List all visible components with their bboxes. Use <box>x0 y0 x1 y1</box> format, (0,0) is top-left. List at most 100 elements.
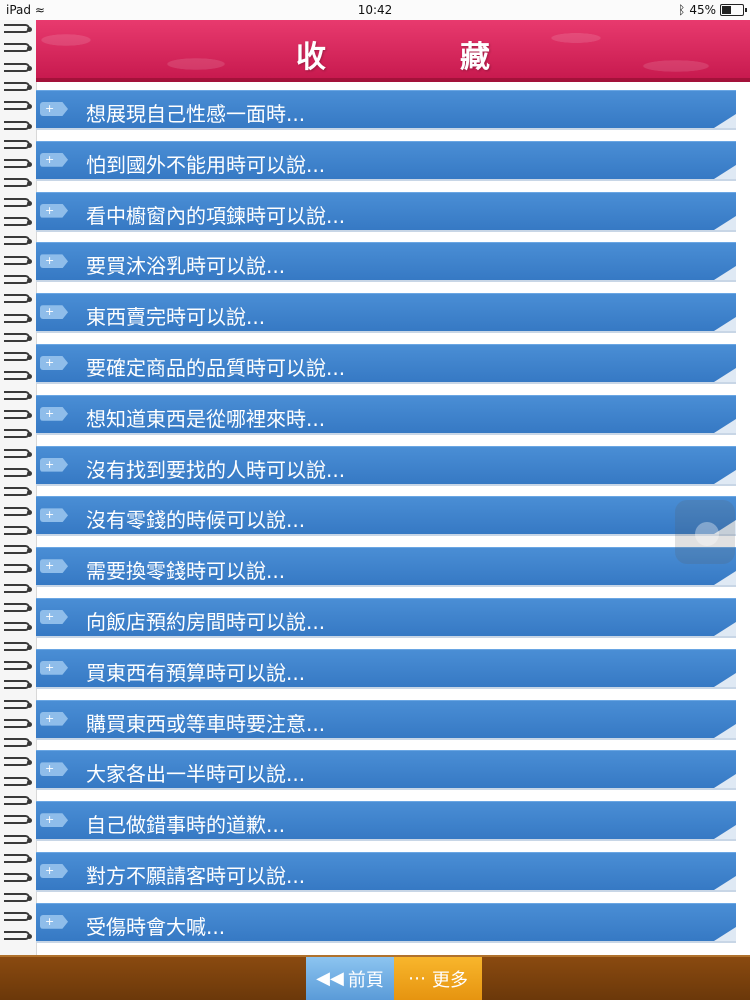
spiral-ring <box>4 197 32 207</box>
spiral-ring <box>4 776 32 786</box>
spiral-ring <box>4 545 32 555</box>
spiral-ring <box>4 332 32 342</box>
spiral-ring <box>4 255 32 265</box>
list-item[interactable]: + 沒有零錢的時候可以說... <box>36 496 736 535</box>
spiral-ring <box>4 448 32 458</box>
spiral-ring <box>4 313 32 323</box>
spiral-ring <box>4 390 32 400</box>
spiral-ring <box>4 699 32 709</box>
assistive-touch-button[interactable] <box>675 500 735 564</box>
spiral-ring <box>4 525 32 535</box>
spiral-ring <box>4 139 32 149</box>
spiral-ring <box>4 159 32 169</box>
spiral-ring <box>4 101 32 111</box>
spiral-ring <box>4 236 32 246</box>
rewind-icon: ◀◀ <box>316 968 344 989</box>
spiral-ring <box>4 178 32 188</box>
list-item[interactable]: + 自己做錯事時的道歉... <box>36 801 736 840</box>
battery-icon <box>720 4 747 16</box>
list-item[interactable]: + 需要換零錢時可以說... <box>36 547 736 586</box>
spiral-ring <box>4 834 32 844</box>
plus-tab-icon: + <box>40 457 68 472</box>
list-item[interactable]: + 要確定商品的品質時可以說... <box>36 344 736 382</box>
list-item[interactable]: + 購買東西或等車時要注意... <box>36 699 736 738</box>
list-item-label: 買東西有預算時可以說... <box>86 660 306 685</box>
plus-tab-icon: + <box>40 203 68 218</box>
plus-tab-icon: + <box>40 762 68 777</box>
plus-tab-icon: + <box>40 508 68 523</box>
list-item-label: 自己做錯事時的道歉... <box>86 813 286 838</box>
status-bar: iPad ≈ 10:42 ᛒ 45% <box>0 0 750 20</box>
bottom-toolbar: ◀◀ 前頁 ⋯ 更多 <box>0 955 750 1000</box>
spiral-ring <box>4 274 32 284</box>
list-item-label: 怕到國外不能用時可以說... <box>86 152 326 177</box>
plus-tab-icon: + <box>40 864 68 878</box>
list-item[interactable]: + 要買沐浴乳時可以說... <box>36 242 736 281</box>
spiral-ring <box>4 796 32 805</box>
spiral-ring <box>4 24 32 33</box>
list-item[interactable]: + 買東西有預算時可以說... <box>36 648 736 687</box>
list-item[interactable]: + 對方不願請客時可以說... <box>36 852 736 890</box>
spiral-ring <box>4 410 32 419</box>
spiral-ring <box>4 43 32 53</box>
spiral-ring <box>4 467 32 477</box>
spiral-ring <box>4 853 32 863</box>
spiral-ring <box>4 352 32 362</box>
list-item[interactable]: + 東西賣完時可以說... <box>36 293 736 332</box>
spiral-ring <box>4 892 32 902</box>
spiral-ring <box>4 622 32 632</box>
spiral-ring <box>4 294 32 304</box>
spiral-ring <box>4 873 32 883</box>
prev-page-label: 前頁 <box>347 969 384 991</box>
list-item[interactable]: + 大家各出一半時可以說... <box>36 750 736 789</box>
spiral-ring <box>4 62 32 72</box>
list-item-label: 需要換零錢時可以說... <box>86 559 286 584</box>
plus-tab-icon: + <box>40 914 68 929</box>
spiral-ring <box>4 487 32 497</box>
list-item[interactable]: + 怕到國外不能用時可以說... <box>36 140 736 179</box>
status-time: 10:42 <box>357 3 393 17</box>
spiral-ring <box>4 641 32 651</box>
list-item-label: 受傷時會大喊... <box>86 914 226 939</box>
list-item[interactable]: + 向飯店預約房間時可以說... <box>36 598 736 636</box>
spiral-binding <box>0 20 37 955</box>
spiral-ring <box>4 429 32 439</box>
plus-tab-icon: + <box>40 102 68 116</box>
list-item-label: 對方不願請客時可以說... <box>86 864 306 888</box>
plus-tab-icon: + <box>40 356 68 370</box>
spiral-ring <box>4 718 32 728</box>
list-item[interactable]: + 受傷時會大喊... <box>36 902 736 941</box>
list-item-label: 購買東西或等車時要注意... <box>86 711 326 736</box>
spiral-ring <box>4 120 32 130</box>
list-item[interactable]: + 想知道東西是從哪裡來時... <box>36 394 736 433</box>
list-item-label: 向飯店預約房間時可以說... <box>86 610 326 634</box>
spiral-ring <box>4 564 32 574</box>
plus-tab-icon: + <box>40 254 68 269</box>
spiral-ring <box>4 81 32 91</box>
list-item-label: 沒有找到要找的人時可以說... <box>86 457 346 482</box>
page-title: 收 藏 <box>296 40 542 75</box>
plus-tab-icon: + <box>40 660 68 675</box>
plus-tab-icon: + <box>40 813 68 828</box>
more-label: 更多 <box>432 969 468 991</box>
spiral-ring <box>4 660 32 670</box>
spiral-ring <box>4 217 32 226</box>
list-item-label: 大家各出一半時可以說... <box>86 762 306 787</box>
spiral-ring <box>4 680 32 690</box>
list-item-label: 東西賣完時可以說... <box>86 305 266 330</box>
ellipsis-icon: ⋯ <box>408 968 426 989</box>
list-item-label: 看中櫥窗內的項鍊時可以說... <box>86 203 346 228</box>
list-item[interactable]: + 想展現自己性感一面時... <box>36 90 736 128</box>
list-item[interactable]: + 沒有找到要找的人時可以說... <box>36 445 736 484</box>
favorites-list: + 想展現自己性感一面時... + 怕到國外不能用時可以說... + 看中櫥窗內的項鍊時可… <box>36 90 750 955</box>
plus-tab-icon: + <box>40 711 68 726</box>
list-item[interactable]: + 看中櫥窗內的項鍊時可以說... <box>36 191 736 230</box>
spiral-ring <box>4 911 32 921</box>
header-banner: 收 藏 <box>36 20 750 82</box>
assistive-touch-icon <box>695 522 719 546</box>
prev-page-button[interactable]: ◀◀ 前頁 <box>306 957 394 1000</box>
spiral-ring <box>4 757 32 767</box>
more-button[interactable]: ⋯ 更多 <box>394 957 482 1000</box>
spiral-ring <box>4 506 32 516</box>
list-item-label: 要確定商品的品質時可以說... <box>86 356 346 380</box>
